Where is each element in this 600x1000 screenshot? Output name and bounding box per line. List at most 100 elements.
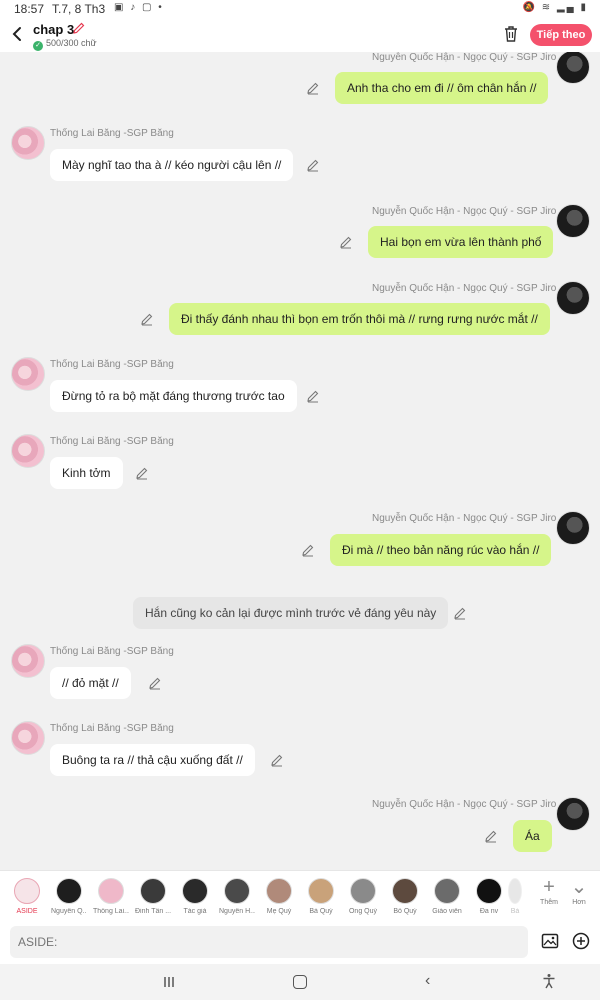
- avatar-jiro[interactable]: [556, 204, 590, 238]
- edit-message-icon[interactable]: [453, 606, 467, 620]
- edit-message-icon[interactable]: [339, 235, 353, 249]
- message-bubble[interactable]: Đi thấy đánh nhau thì bọn em trốn thôi m…: [169, 303, 550, 335]
- message-bubble[interactable]: Buông ta ra // thả cậu xuống đất //: [50, 744, 255, 776]
- chevron-down-icon: ⌄: [570, 876, 588, 898]
- chat-area[interactable]: Nguyễn Quốc Hận - Ngọc Quý - SGP Jiro An…: [0, 52, 600, 870]
- avatar-bang[interactable]: [11, 434, 45, 468]
- sender-name: Thống Lai Băng -SGP Băng: [50, 723, 174, 734]
- character-label: Đa nv: [479, 908, 499, 915]
- avatar-bang[interactable]: [11, 721, 45, 755]
- char-count: ✓ 500/300 chữ: [33, 38, 97, 51]
- edit-message-icon[interactable]: [140, 312, 154, 326]
- character-label: Đinh Tấn ...: [135, 908, 171, 915]
- avatar-jiro[interactable]: [556, 52, 590, 84]
- message-bubble[interactable]: Hai bọn em vừa lên thành phố: [368, 226, 554, 258]
- add-icon[interactable]: [572, 932, 590, 950]
- next-button[interactable]: Tiếp theo: [530, 24, 592, 46]
- character-label: ASIDE: [16, 908, 38, 915]
- sender-name: Nguyễn Quốc Hận - Ngọc Quý - SGP Jiro: [372, 52, 557, 63]
- recent-apps-icon[interactable]: [162, 975, 176, 989]
- avatar: [98, 878, 124, 904]
- message-bubble[interactable]: Đừng tỏ ra bộ mặt đáng thương trước tao: [50, 380, 297, 412]
- input-bar: [0, 920, 600, 964]
- character-item[interactable]: Bố Quý: [387, 875, 423, 915]
- sender-name: Nguyễn Quốc Hận - Ngọc Quý - SGP Jiro: [372, 513, 557, 524]
- edit-message-icon[interactable]: [301, 543, 315, 557]
- character-item[interactable]: Tác giả: [177, 875, 213, 915]
- avatar-bang[interactable]: [11, 357, 45, 391]
- character-label: Giáo viên: [432, 908, 462, 915]
- character-label: Thống Lai...: [93, 908, 129, 915]
- message-bubble[interactable]: Áa: [513, 820, 552, 852]
- avatar: [476, 878, 502, 904]
- character-item[interactable]: Bà: [505, 875, 525, 915]
- chapter-title[interactable]: chap 3: [33, 22, 74, 37]
- edit-message-icon[interactable]: [306, 158, 320, 172]
- edit-message-icon[interactable]: [484, 829, 498, 843]
- edit-message-icon[interactable]: [148, 676, 162, 690]
- character-label: Bố Quý: [393, 908, 417, 915]
- check-icon: ✓: [33, 41, 43, 51]
- system-icons: 🔕 ≋ ▂▄ ▮: [522, 2, 588, 13]
- edit-message-icon[interactable]: [135, 466, 149, 480]
- character-item[interactable]: Mẹ Quý: [261, 875, 297, 915]
- message-bubble[interactable]: // đỏ mặt //: [50, 667, 131, 699]
- message-bubble[interactable]: Đi mà // theo bản năng rúc vào hắn //: [330, 534, 552, 566]
- image-icon[interactable]: [541, 932, 559, 950]
- character-item[interactable]: Ông Quý: [345, 875, 381, 915]
- home-icon[interactable]: [293, 975, 307, 989]
- character-aside[interactable]: ASIDE: [9, 875, 45, 915]
- message-bubble[interactable]: Kinh tởm: [50, 457, 123, 489]
- avatar: [350, 878, 376, 904]
- avatar: [508, 878, 522, 904]
- add-character-button[interactable]: + Thêm: [534, 875, 564, 906]
- message-input[interactable]: [10, 926, 528, 958]
- system-nav-bar: ‹: [0, 964, 600, 1000]
- avatar: [392, 878, 418, 904]
- character-item[interactable]: Nguyễn Q...: [51, 875, 87, 915]
- plus-icon: +: [543, 876, 555, 898]
- character-bar: ASIDE Nguyễn Q... Thống Lai... Đinh Tấn …: [0, 870, 600, 920]
- delete-button[interactable]: [503, 25, 519, 43]
- avatar-jiro[interactable]: [556, 281, 590, 315]
- message-bubble[interactable]: Anh tha cho em đi // ôm chân hắn //: [335, 72, 549, 104]
- avatar-jiro[interactable]: [556, 797, 590, 831]
- character-label: Mẹ Quý: [266, 908, 292, 915]
- avatar: [266, 878, 292, 904]
- edit-message-icon[interactable]: [306, 389, 320, 403]
- avatar-jiro[interactable]: [556, 511, 590, 545]
- aside-bubble[interactable]: Hắn cũng ko cản lại được mình trước vẻ đ…: [133, 597, 449, 629]
- edit-title-icon[interactable]: [72, 21, 86, 35]
- character-item[interactable]: Giáo viên: [429, 875, 465, 915]
- chapter-header: chap 3 ✓ 500/300 chữ Tiếp theo: [0, 18, 600, 52]
- status-bar: 18:57 T.7, 8 Th3 ▣ ♪ ▢ • 🔕 ≋ ▂▄ ▮: [0, 0, 600, 18]
- character-item[interactable]: Thống Lai...: [93, 875, 129, 915]
- sender-name: Nguyễn Quốc Hận - Ngọc Quý - SGP Jiro: [372, 283, 557, 294]
- message-bubble[interactable]: Mày nghĩ tao tha à // kéo người cậu lên …: [50, 149, 294, 181]
- avatar: [308, 878, 334, 904]
- nav-back-icon[interactable]: ‹: [425, 972, 430, 990]
- character-item[interactable]: Bà Quý: [303, 875, 339, 915]
- avatar: [56, 878, 82, 904]
- avatar-bang[interactable]: [11, 126, 45, 160]
- avatar: [434, 878, 460, 904]
- sender-name: Thống Lai Băng -SGP Băng: [50, 359, 174, 370]
- edit-message-icon[interactable]: [270, 753, 284, 767]
- add-character-label: Thêm: [540, 899, 558, 906]
- avatar-bang[interactable]: [11, 644, 45, 678]
- status-time: 18:57: [14, 2, 45, 16]
- accessibility-icon[interactable]: [541, 973, 557, 989]
- chevron-left-icon: [12, 27, 21, 41]
- sender-name: Nguyễn Quốc Hận - Ngọc Quý - SGP Jiro: [372, 799, 557, 810]
- character-item[interactable]: Đinh Tấn ...: [135, 875, 171, 915]
- character-label: Nguyễn Q...: [51, 908, 87, 915]
- char-count-text: 500/300 chữ: [46, 38, 97, 48]
- edit-message-icon[interactable]: [306, 81, 320, 95]
- character-label: Tác giả: [183, 908, 207, 915]
- more-characters-button[interactable]: ⌄ Hơn: [564, 875, 594, 906]
- avatar: [182, 878, 208, 904]
- character-item[interactable]: Nguyễn H...: [219, 875, 255, 915]
- back-button[interactable]: [8, 24, 28, 44]
- character-item[interactable]: Đa nv: [471, 875, 507, 915]
- sender-name: Nguyễn Quốc Hận - Ngọc Quý - SGP Jiro: [372, 206, 557, 217]
